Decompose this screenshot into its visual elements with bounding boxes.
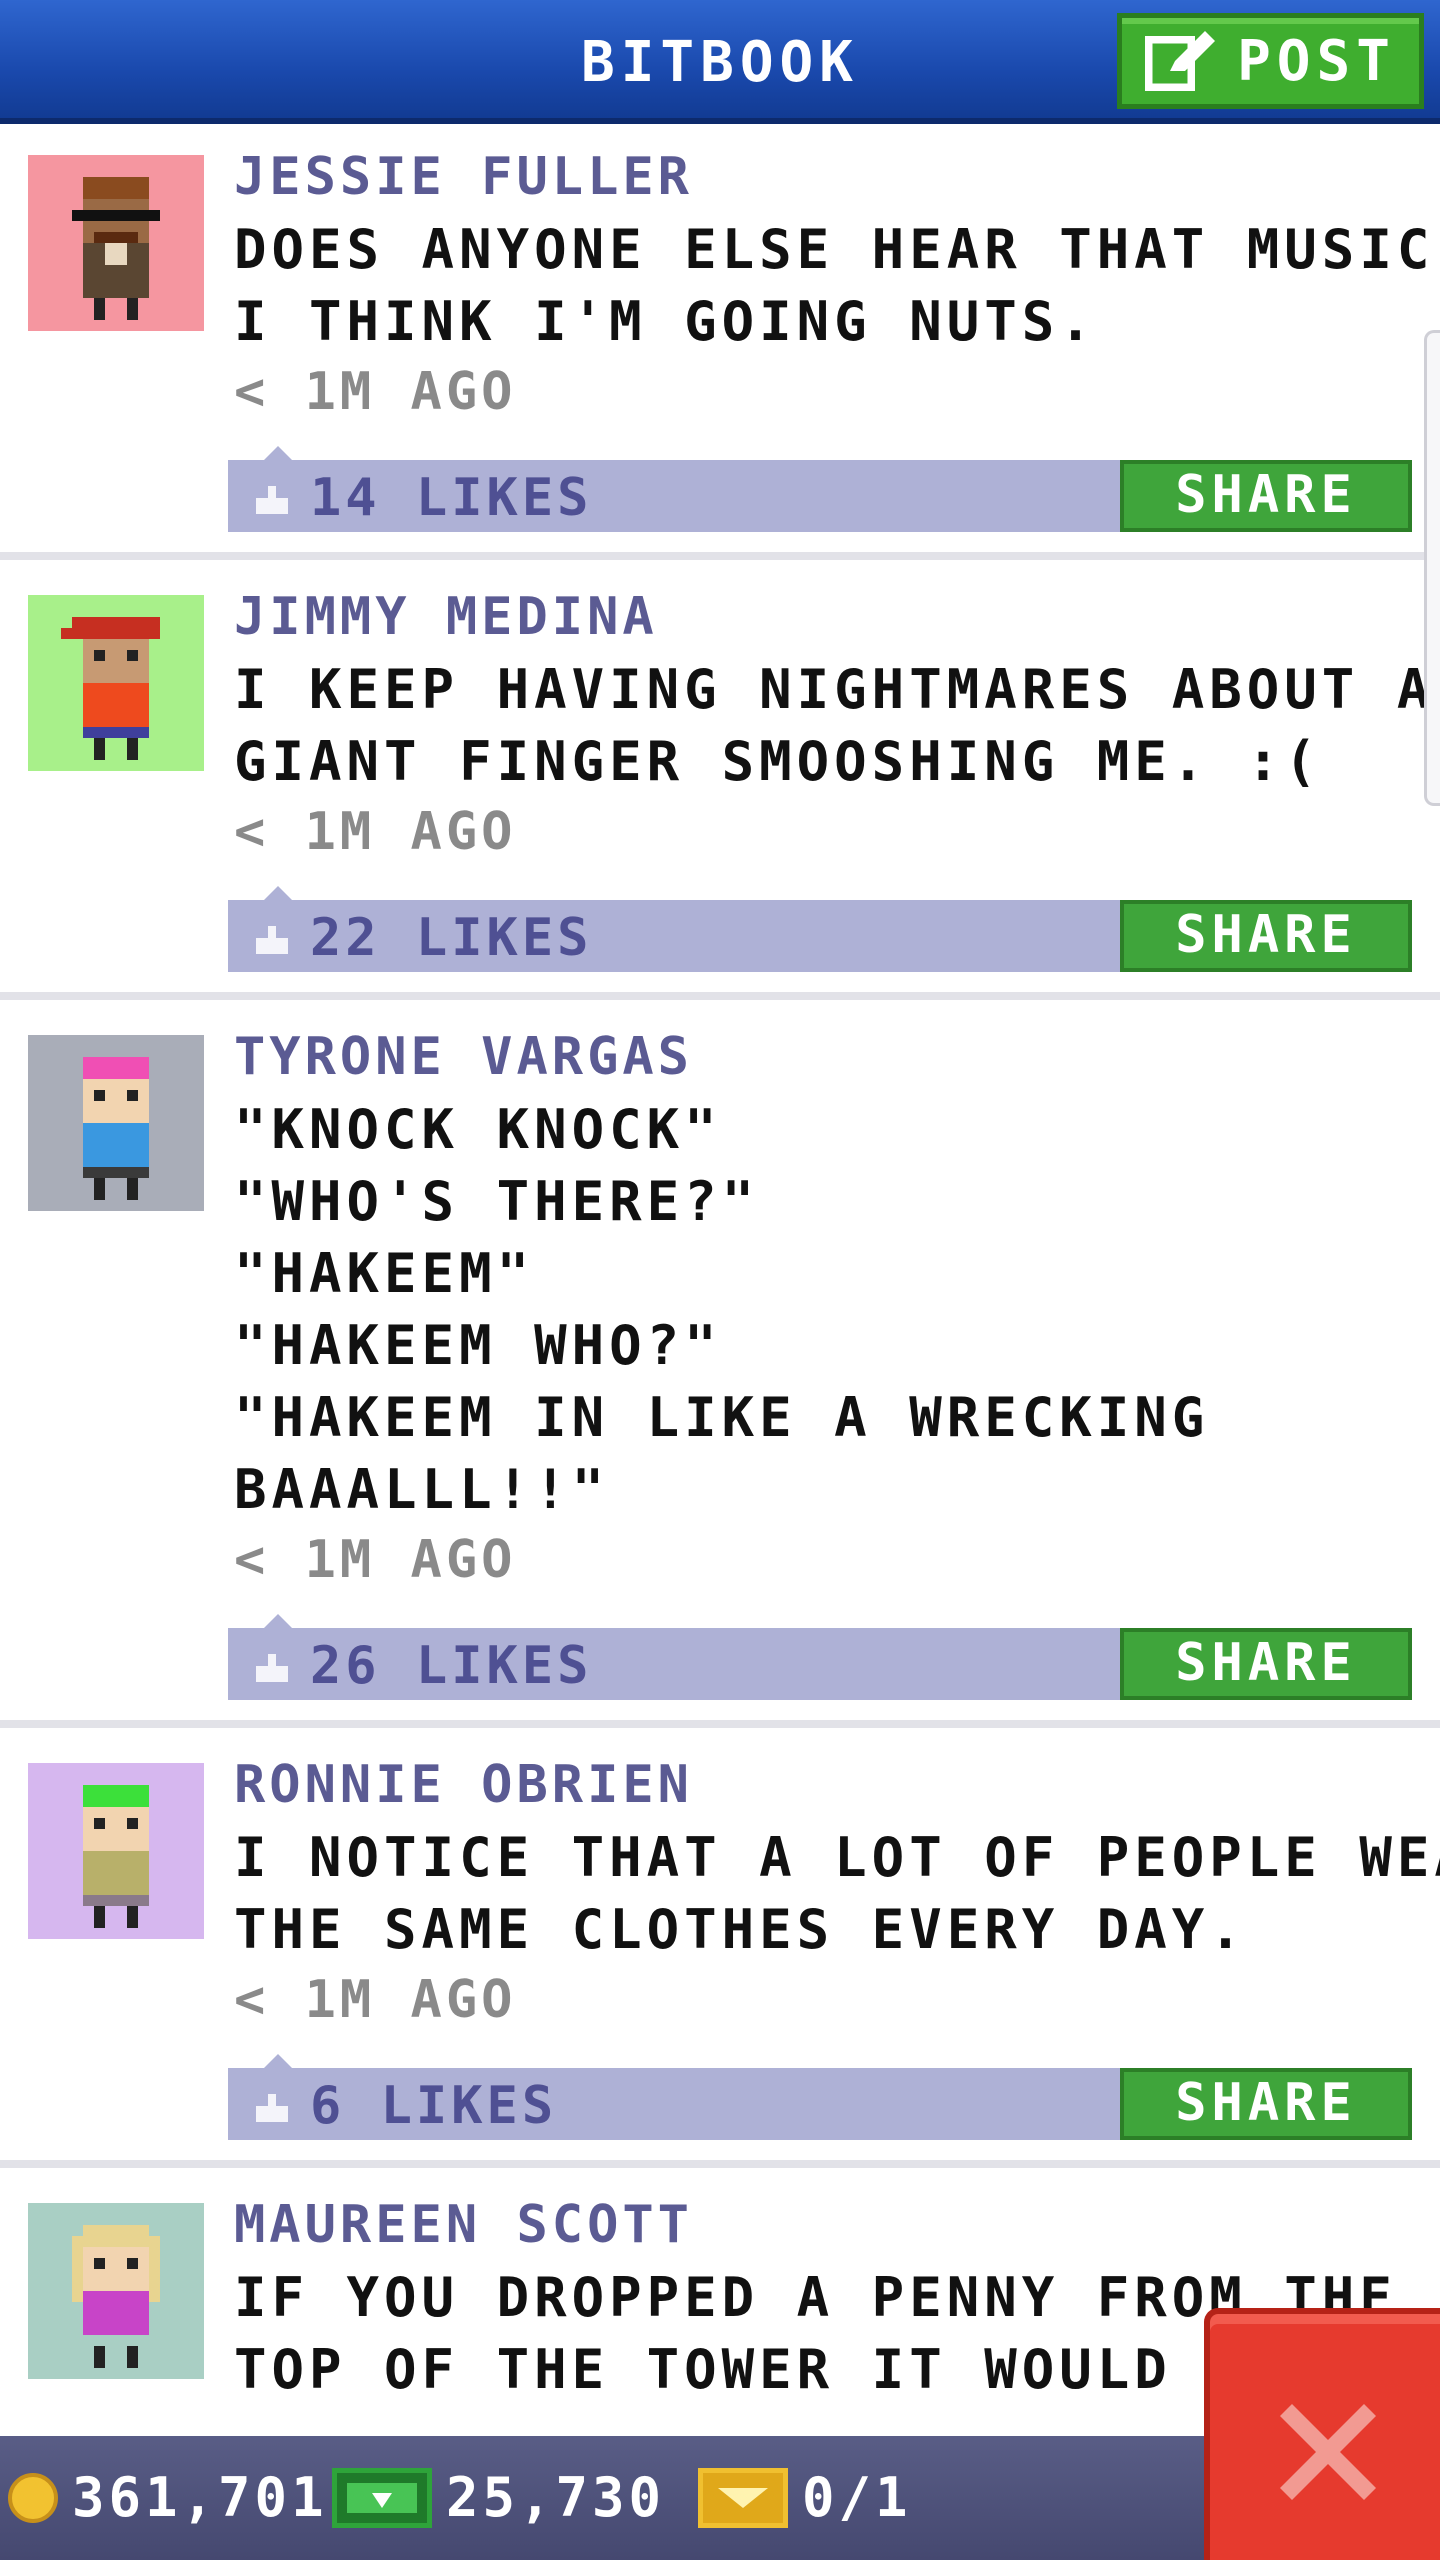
avatar[interactable] [28,595,204,771]
avatar[interactable] [28,2203,204,2379]
share-button[interactable]: SHARE [1120,460,1412,532]
share-button[interactable]: SHARE [1120,1628,1412,1700]
likes-count: 22 LIKES [310,908,593,968]
post-divider [0,992,1440,1000]
thumbs-up-icon [256,2094,288,2122]
avatar[interactable] [28,1763,204,1939]
likes-count: 6 LIKES [310,2076,558,2136]
post-text-line: I KEEP HAVING NIGHTMARES ABOUT A [234,658,1435,721]
share-button[interactable]: SHARE [1120,2068,1412,2140]
like-button[interactable]: 14 LIKES [252,468,592,528]
avatar-image [83,1057,149,1200]
post-text-line: TOP OF THE TOWER IT WOULD TAKE [234,2338,1360,2401]
close-button[interactable] [1204,2308,1440,2560]
bux-value: 25,730 [446,2466,666,2529]
post-text-line: BAAALLL!!" [234,1458,610,1521]
post-text-line: I THINK I'M GOING NUTS. [234,290,1097,353]
tickets-stat: 0/1 [698,2466,912,2529]
post-author[interactable]: JESSIE FULLER [234,147,693,207]
post-author[interactable]: TYRONE VARGAS [234,1027,693,1087]
share-button[interactable]: SHARE [1120,900,1412,972]
coins-value: 361,701 [72,2466,328,2529]
post-time: < 1M AGO [234,802,517,862]
post-button-label: POST [1237,28,1396,94]
likes-bar: 26 LIKES SHARE [228,1614,1412,1700]
app-header: BITBOOK POST [0,0,1440,124]
post-time: < 1M AGO [234,1970,517,2030]
post-text-line: "KNOCK KNOCK" [234,1098,722,1161]
coins-stat: 361,701 [8,2466,328,2529]
likes-count: 26 LIKES [310,1636,593,1696]
bux-stat: 25,730 [332,2466,665,2529]
post-text-line: "HAKEEM IN LIKE A WRECKING [234,1386,1210,1449]
post-text-line: "HAKEEM WHO?" [234,1314,722,1377]
likes-count: 14 LIKES [310,468,593,528]
likes-bar: 6 LIKES SHARE [228,2054,1412,2140]
thumbs-up-icon [256,1654,288,1682]
post-time: < 1M AGO [234,1530,517,1590]
post-text-line: "WHO'S THERE?" [234,1170,760,1233]
bux-icon [332,2467,432,2528]
post-text-line: DOES ANYONE ELSE HEAR THAT MUSIC? [234,218,1440,281]
post-button[interactable]: POST [1117,13,1424,109]
close-icon [1280,2404,1376,2500]
avatar-image [72,2225,160,2368]
post-author[interactable]: JIMMY MEDINA [234,587,658,647]
thumbs-up-icon [256,486,288,514]
post-text-line: "HAKEEM" [234,1242,535,1305]
post-divider [0,552,1440,560]
post-text-line: GIANT FINGER SMOOSHING ME. :( [234,730,1322,793]
avatar-image [83,1785,149,1928]
avatar-image [72,177,160,320]
post-author[interactable]: RONNIE OBRIEN [234,1755,693,1815]
like-button[interactable]: 26 LIKES [252,1636,592,1696]
thumbs-up-icon [256,926,288,954]
likes-bar: 22 LIKES SHARE [228,886,1412,972]
avatar[interactable] [28,1035,204,1211]
likes-bar: 14 LIKES SHARE [228,446,1412,532]
like-button[interactable]: 22 LIKES [252,908,592,968]
edit-icon [1145,31,1216,91]
post-text-line: I NOTICE THAT A LOT OF PEOPLE WEAR [234,1826,1440,1889]
post-divider [0,1720,1440,1728]
avatar-image [61,617,160,760]
post-divider [0,2160,1440,2168]
vip-ticket-icon [698,2467,788,2528]
coin-icon [8,2472,58,2523]
post-time: < 1M AGO [234,362,517,422]
post-text-line: THE SAME CLOTHES EVERY DAY. [234,1898,1247,1961]
avatar[interactable] [28,155,204,331]
like-button[interactable]: 6 LIKES [252,2076,557,2136]
scrollbar[interactable] [1424,330,1440,806]
tickets-value: 0/1 [802,2466,912,2529]
post-author[interactable]: MAUREEN SCOTT [234,2195,693,2255]
